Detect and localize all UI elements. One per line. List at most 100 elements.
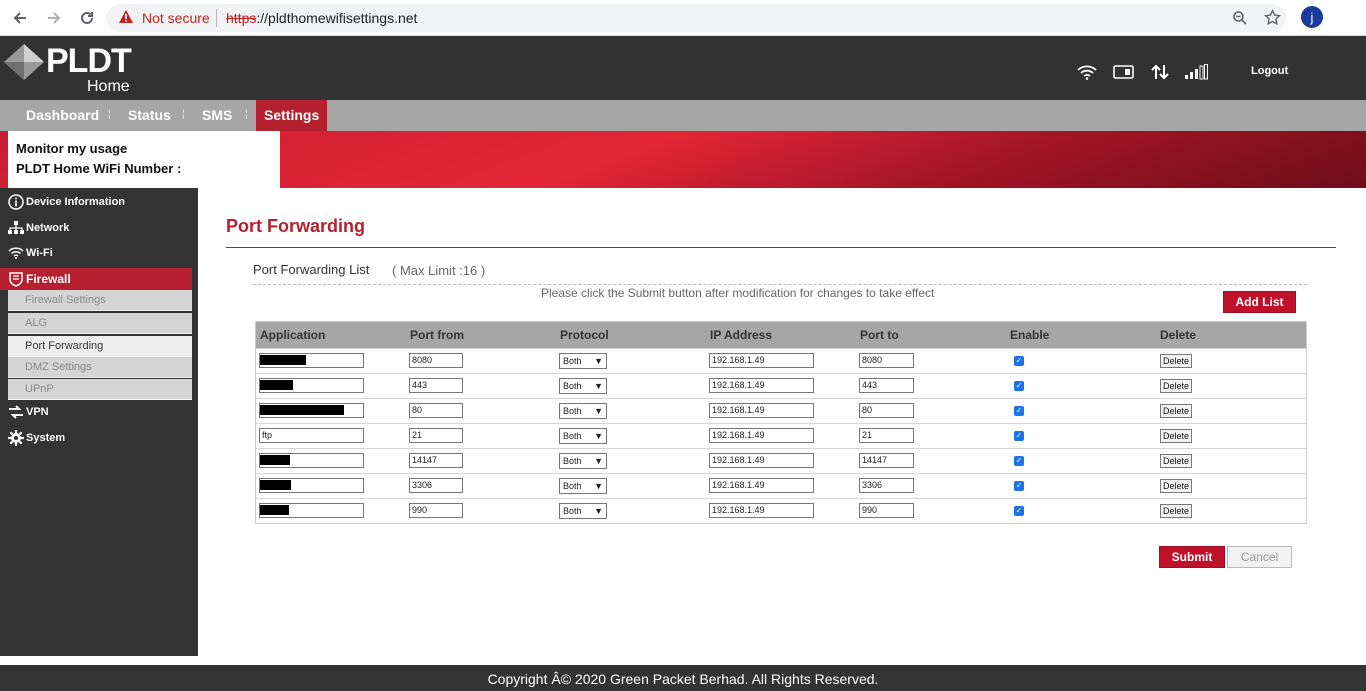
sidebar-subitem-alg[interactable]: ALG (8, 313, 192, 334)
sidebar-item-label: Network (26, 222, 70, 234)
enable-checkbox[interactable]: ✓ (1014, 481, 1024, 491)
forward-arrow-icon[interactable] (42, 6, 66, 30)
nav-settings[interactable]: Settings (256, 100, 328, 131)
port-from-input[interactable]: 443 (409, 378, 463, 393)
monitor-usage-label[interactable]: Monitor my usage (16, 141, 127, 156)
port-to-input[interactable]: 80 (859, 403, 914, 418)
reload-icon[interactable] (75, 6, 99, 30)
protocol-value: Both (563, 456, 582, 466)
port-to-input[interactable]: 990 (859, 503, 914, 518)
port-to-input[interactable]: 3306 (859, 478, 914, 493)
nav-separator: ¦ (108, 109, 111, 120)
delete-button[interactable]: Delete (1160, 404, 1193, 418)
sidebar-subitem-firewall-settings[interactable]: Firewall Settings (8, 290, 192, 311)
protocol-value: Both (563, 481, 582, 491)
url-text[interactable]: https://pldthomewifisettings.net (226, 10, 417, 26)
chevron-down-icon: ▼ (594, 481, 603, 491)
port-from-input[interactable]: 3306 (409, 478, 463, 493)
cancel-button[interactable]: Cancel (1227, 546, 1292, 568)
enable-checkbox[interactable]: ✓ (1014, 406, 1024, 416)
port-from-input[interactable]: 8080 (409, 353, 463, 368)
protocol-select[interactable]: Both ▼ (559, 403, 607, 419)
router-header: PLDT Home Logout (0, 36, 1366, 100)
enable-checkbox[interactable]: ✓ (1014, 431, 1024, 441)
ip-address-input[interactable]: 192.168.1.49 (709, 403, 814, 418)
application-input[interactable]: ftp (259, 428, 364, 443)
ip-address-input[interactable]: 192.168.1.49 (709, 503, 814, 518)
not-secure-label[interactable]: Not secure (142, 10, 210, 26)
url-scheme: https (226, 10, 257, 26)
protocol-select[interactable]: Both ▼ (559, 378, 607, 394)
delete-button[interactable]: Delete (1160, 479, 1193, 493)
url-host: ://pldthomewifisettings.net (256, 10, 418, 26)
protocol-select[interactable]: Both ▼ (559, 478, 607, 494)
sidebar-item-wifi[interactable]: Wi-Fi (0, 242, 192, 264)
sidebar-item-device-information[interactable]: Device Information (0, 191, 192, 213)
protocol-value: Both (563, 406, 582, 416)
port-to-input[interactable]: 14147 (859, 453, 914, 468)
delete-button[interactable]: Delete (1160, 429, 1193, 443)
wifi-icon (8, 247, 24, 259)
enable-checkbox[interactable]: ✓ (1014, 356, 1024, 366)
max-limit-label: ( Max Limit :16 ) (392, 263, 486, 278)
redacted-text (260, 405, 344, 415)
sidebar-item-label: System (26, 432, 66, 444)
port-from-input[interactable]: 80 (409, 403, 463, 418)
enable-checkbox[interactable]: ✓ (1014, 381, 1024, 391)
profile-avatar[interactable]: j (1301, 6, 1323, 28)
sidebar-item-network[interactable]: Network (0, 217, 192, 239)
submit-button[interactable]: Submit (1159, 546, 1225, 568)
port-from-input[interactable]: 21 (409, 428, 463, 443)
zoom-icon[interactable] (1232, 10, 1248, 29)
sidebar-item-vpn[interactable]: VPN (0, 401, 192, 423)
sidebar-subitem-port-forwarding[interactable]: Port Forwarding (8, 336, 192, 357)
ip-address-input[interactable]: 192.168.1.49 (709, 428, 814, 443)
title-divider (226, 247, 1336, 248)
port-to-input[interactable]: 21 (859, 428, 914, 443)
chevron-down-icon: ▼ (594, 381, 603, 391)
enable-checkbox[interactable]: ✓ (1014, 456, 1024, 466)
col-protocol: Protocol (560, 328, 609, 342)
ip-address-input[interactable]: 192.168.1.49 (709, 353, 814, 368)
add-list-button[interactable]: Add List (1223, 291, 1296, 313)
address-bar[interactable]: Not secure https://pldthomewifisettings.… (106, 4, 1286, 32)
back-arrow-icon[interactable] (8, 6, 32, 30)
protocol-select[interactable]: Both ▼ (559, 453, 607, 469)
chevron-down-icon: ▼ (594, 356, 603, 366)
list-title: Port Forwarding List (253, 262, 370, 277)
nav-dashboard[interactable]: Dashboard (26, 100, 99, 131)
redacted-text (260, 480, 291, 490)
delete-button[interactable]: Delete (1160, 354, 1193, 368)
ip-address-input[interactable]: 192.168.1.49 (709, 378, 814, 393)
table-row: 3306 Both ▼ 192.168.1.49 3306 ✓ Delete (256, 473, 1306, 498)
sidebar-subitem-upnp[interactable]: UPnP (8, 379, 192, 400)
protocol-value: Both (563, 381, 582, 391)
ip-address-input[interactable]: 192.168.1.49 (709, 453, 814, 468)
nav-sms[interactable]: SMS (202, 100, 232, 131)
delete-button[interactable]: Delete (1160, 379, 1193, 393)
port-to-input[interactable]: 8080 (859, 353, 914, 368)
bookmark-star-icon[interactable] (1263, 8, 1282, 29)
sim-card-icon (1113, 62, 1135, 82)
port-to-input[interactable]: 443 (859, 378, 914, 393)
table-row: 14147 Both ▼ 192.168.1.49 14147 ✓ Delete (256, 448, 1306, 473)
enable-checkbox[interactable]: ✓ (1014, 506, 1024, 516)
protocol-select[interactable]: Both ▼ (559, 353, 607, 369)
port-from-input[interactable]: 14147 (409, 453, 463, 468)
nav-separator: ¦ (182, 109, 185, 120)
delete-button[interactable]: Delete (1160, 504, 1193, 518)
sidebar-item-firewall[interactable]: Firewall (0, 268, 192, 290)
port-from-input[interactable]: 990 (409, 503, 463, 518)
col-delete: Delete (1160, 328, 1197, 342)
chevron-down-icon: ▼ (594, 406, 603, 416)
delete-button[interactable]: Delete (1160, 454, 1193, 468)
ip-address-input[interactable]: 192.168.1.49 (709, 478, 814, 493)
sidebar-item-system[interactable]: System (0, 427, 192, 449)
sidebar-item-label: Device Information (26, 196, 126, 208)
logout-link[interactable]: Logout (1251, 65, 1288, 77)
protocol-select[interactable]: Both ▼ (559, 428, 607, 444)
nav-status[interactable]: Status (128, 100, 171, 131)
port-forwarding-table: Application Port from Protocol IP Addres… (255, 321, 1307, 524)
sidebar-subitem-dmz-settings[interactable]: DMZ Settings (8, 357, 192, 378)
protocol-select[interactable]: Both ▼ (559, 503, 607, 519)
